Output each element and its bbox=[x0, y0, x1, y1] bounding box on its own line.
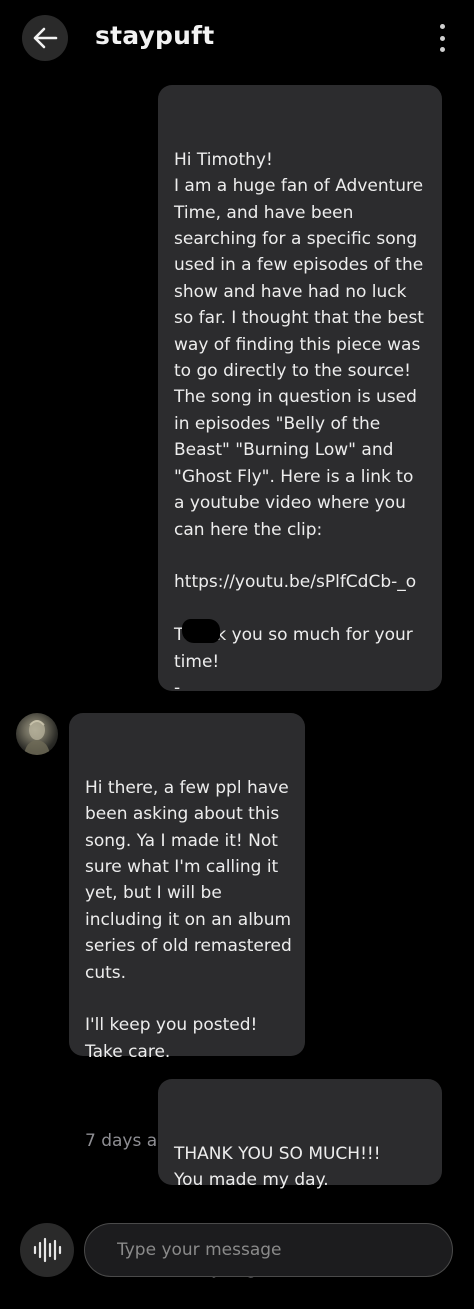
conversation-title: staypuft bbox=[95, 21, 215, 50]
avatar[interactable] bbox=[16, 713, 58, 755]
message-bubble-incoming[interactable]: Hi there, a few ppl have been asking abo… bbox=[69, 713, 305, 1151]
back-button[interactable] bbox=[22, 15, 68, 61]
chat-header: staypuft bbox=[0, 0, 474, 76]
voice-waveform-icon bbox=[33, 1237, 62, 1263]
message-composer bbox=[0, 1222, 474, 1280]
message-bubble-outgoing[interactable]: Hi Timothy! I am a huge fan of Adventure… bbox=[158, 85, 442, 787]
message-bubble-outgoing[interactable]: THANK YOU SO MUCH!!! You made my day. 3 … bbox=[158, 1079, 442, 1279]
redacted-signature bbox=[182, 619, 220, 643]
more-options-button[interactable] bbox=[430, 22, 454, 54]
avatar-image bbox=[24, 720, 50, 755]
more-vertical-icon bbox=[439, 24, 445, 29]
arrow-left-icon bbox=[33, 27, 58, 49]
message-input[interactable] bbox=[84, 1223, 453, 1277]
message-text: Hi there, a few ppl have been asking abo… bbox=[85, 777, 292, 1062]
message-text: THANK YOU SO MUCH!!! You made my day. bbox=[174, 1143, 381, 1191]
voice-message-button[interactable] bbox=[20, 1223, 74, 1277]
message-text: Hi Timothy! I am a huge fan of Adventure… bbox=[174, 149, 424, 698]
